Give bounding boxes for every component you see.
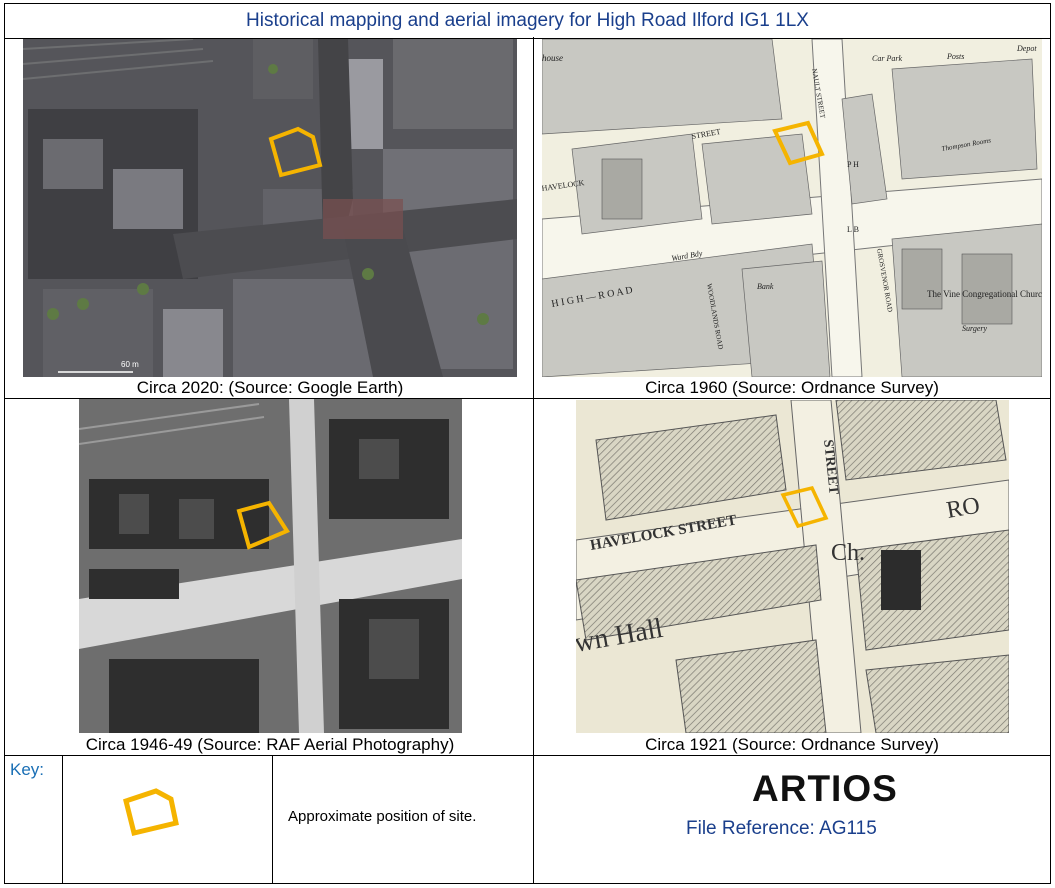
map-label-ph: P H <box>847 160 859 169</box>
grid-divider-vertical <box>533 37 534 884</box>
grid-divider-row2 <box>4 755 1051 756</box>
map-label-house: house <box>542 53 563 63</box>
file-reference: File Reference: AG115 <box>686 818 877 839</box>
church-building <box>881 550 921 610</box>
map-label-bank: Bank <box>757 282 774 291</box>
page-title: Historical mapping and aerial imagery fo… <box>5 4 1050 39</box>
map-label-lb: L B <box>847 225 859 234</box>
map-label-posts: Posts <box>946 52 964 61</box>
key-divider-1 <box>62 755 63 884</box>
map-label-church: The Vine Congregational Church <box>927 289 1042 299</box>
map-label-surgery: Surgery <box>962 324 987 333</box>
caption-1946: Circa 1946-49 (Source: RAF Aerial Photog… <box>85 735 455 754</box>
key-label: Key: <box>10 760 45 779</box>
scale-bar-label: 60 m <box>121 360 139 369</box>
map-1960-image: house Car Park Posts Depot STREET HAVELO… <box>542 39 1042 377</box>
map1921-label-ch: Ch. <box>831 540 865 566</box>
map-label-carpark: Car Park <box>872 54 902 63</box>
aerial-1946-image <box>79 399 462 733</box>
map-label-depot: Depot <box>1016 44 1037 53</box>
caption-2020: Circa 2020: (Source: Google Earth) <box>136 378 404 397</box>
caption-1960: Circa 1960 (Source: Ordnance Survey) <box>645 378 939 397</box>
caption-1921: Circa 1921 (Source: Ordnance Survey) <box>645 735 939 754</box>
key-description: Approximate position of site. <box>288 808 477 825</box>
key-divider-2 <box>272 755 273 884</box>
artios-logo: ARTIOS <box>752 768 898 809</box>
aerial-2020-image: 60 m <box>23 39 517 377</box>
key-site-icon <box>123 788 179 837</box>
map-1921-image: HAVELOCK STREET STREET Ch. wn Hall RO <box>576 400 1009 733</box>
